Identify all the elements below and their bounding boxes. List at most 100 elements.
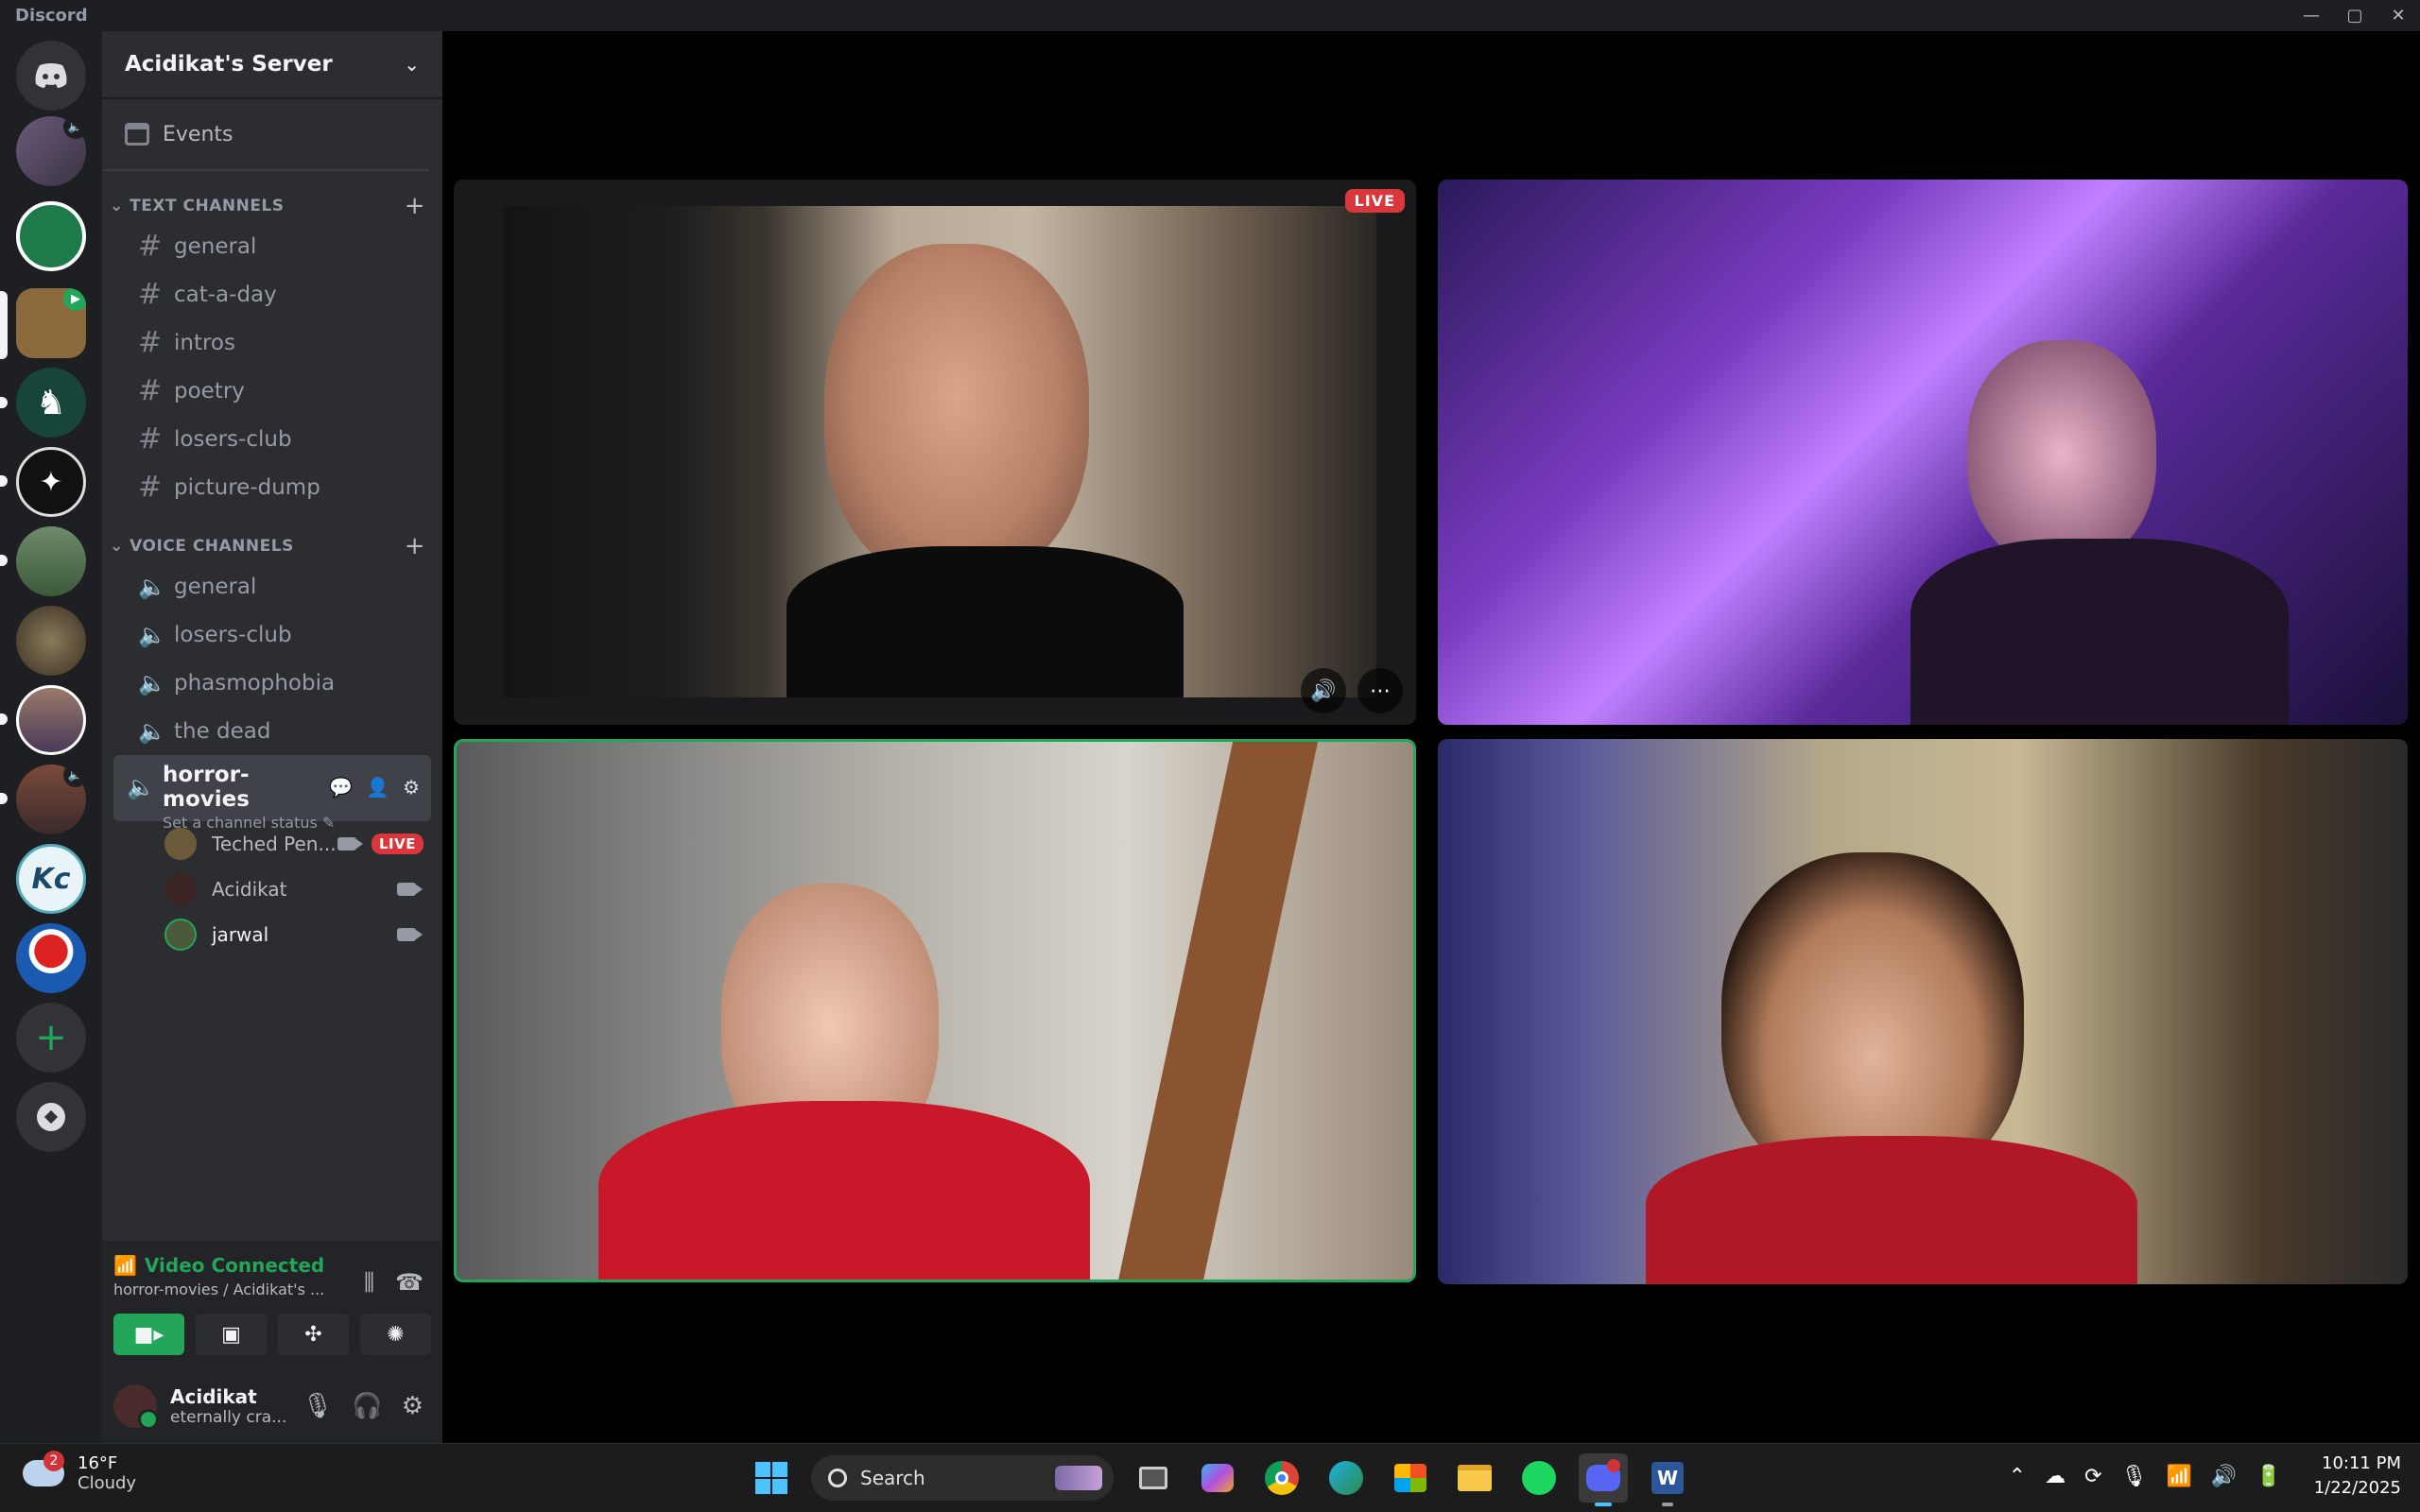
live-badge: LIVE	[372, 833, 424, 854]
server-icon-cartoon[interactable]	[16, 526, 86, 596]
stream-tile[interactable]: LIVE 🔊 ⋯	[454, 180, 1416, 725]
user-name: Teched Pen...	[212, 833, 337, 855]
minimize-icon[interactable]: —	[2290, 0, 2333, 31]
voice-user-acidikat[interactable]: Acidikat	[102, 867, 424, 912]
channel-poetry[interactable]: # poetry	[113, 367, 431, 415]
screen-share-icon: ▣	[221, 1322, 241, 1347]
avatar[interactable]	[113, 1383, 159, 1430]
channel-losers-club[interactable]: # losers-club	[113, 415, 431, 463]
headphones-icon[interactable]: 🎧	[352, 1392, 382, 1420]
search-highlight-icon	[1055, 1466, 1102, 1490]
gear-icon[interactable]: ⚙	[403, 776, 420, 799]
sync-icon[interactable]: ⟳	[2084, 1465, 2101, 1488]
channel-sidebar: Acidikat's Server ⌄ Events ⌄ TEXT CHANNE…	[102, 31, 442, 1443]
voice-channels-category[interactable]: ⌄ VOICE CHANNELS +	[102, 530, 442, 562]
hash-icon: #	[138, 278, 163, 311]
voice-channel-phasmophobia[interactable]: 🔈 phasmophobia	[113, 659, 431, 707]
activities-button[interactable]: ✣	[278, 1314, 349, 1355]
onedrive-icon[interactable]: ☁	[2045, 1465, 2066, 1488]
hash-icon: #	[138, 422, 163, 455]
channel-picture-dump[interactable]: # picture-dump	[113, 463, 431, 511]
running-indicator	[1662, 1503, 1673, 1506]
wifi-icon[interactable]: 📶	[2166, 1465, 2191, 1488]
gear-icon[interactable]: ⚙	[402, 1392, 424, 1420]
events-link[interactable]: Events	[102, 99, 429, 171]
weather-widget[interactable]: 2 16°F Cloudy	[23, 1451, 137, 1493]
video-tile-teched[interactable]	[1438, 739, 2408, 1284]
word-icon[interactable]: W	[1643, 1453, 1692, 1506]
chat-icon[interactable]: 💬	[329, 776, 353, 799]
screen-share-button[interactable]: ▣	[196, 1314, 267, 1355]
server-header[interactable]: Acidikat's Server ⌄	[102, 31, 442, 99]
video-tile-acidikat[interactable]	[1438, 180, 2408, 725]
discord-home-icon[interactable]	[16, 41, 86, 111]
store-icon[interactable]	[1386, 1453, 1435, 1503]
microphone-icon[interactable]: 🎙	[2121, 1465, 2148, 1488]
more-options-icon[interactable]: ⋯	[1357, 668, 1403, 713]
voice-user-jarwal[interactable]: jarwal	[102, 912, 424, 957]
noise-suppression-icon[interactable]: ⫼	[364, 1269, 374, 1296]
hash-icon: #	[138, 230, 163, 263]
add-server-icon[interactable]: +	[16, 1003, 86, 1073]
channel-intros[interactable]: # intros	[113, 318, 431, 367]
add-channel-icon[interactable]: +	[405, 192, 425, 220]
windows-start-icon[interactable]	[747, 1453, 796, 1503]
taskbar-apps: Search W	[747, 1453, 1692, 1506]
camera-icon	[337, 837, 363, 850]
copilot-icon[interactable]	[1193, 1453, 1242, 1503]
speaker-icon: 🔈	[138, 669, 166, 696]
discord-taskbar-icon[interactable]	[1579, 1453, 1628, 1506]
voice-channel-horror-movies[interactable]: 🔈 horror-movies 💬 👤 ⚙ Set a channel stat…	[113, 755, 431, 832]
battery-icon[interactable]: 🔋	[2256, 1465, 2281, 1488]
video-tile-jarwal[interactable]	[454, 739, 1416, 1282]
chevron-up-icon[interactable]: ⌃	[2009, 1465, 2026, 1488]
server-icon-emblem[interactable]: ✦	[16, 447, 86, 517]
invite-icon[interactable]: 👤	[366, 776, 389, 799]
video-camera-icon: ■▸	[133, 1322, 164, 1347]
weather-condition: Cloudy	[78, 1473, 137, 1493]
discover-icon[interactable]	[16, 1082, 86, 1152]
maximize-icon[interactable]: ▢	[2333, 0, 2377, 31]
server-icon-acidikat[interactable]: ▶	[16, 288, 86, 358]
add-channel-icon[interactable]: +	[405, 532, 425, 560]
voice-channel-general[interactable]: 🔈 general	[113, 562, 431, 610]
file-explorer-icon[interactable]	[1450, 1453, 1499, 1503]
volume-icon[interactable]: 🔊	[2211, 1465, 2237, 1488]
microphone-icon[interactable]: 🎙	[302, 1392, 333, 1420]
channel-general[interactable]: # general	[113, 222, 431, 270]
speaker-icon: 🔈	[138, 621, 166, 648]
events-label: Events	[163, 122, 233, 146]
soundboard-button[interactable]: ✺	[360, 1314, 431, 1355]
camera-button[interactable]: ■▸	[113, 1314, 184, 1355]
channel-cat-a-day[interactable]: # cat-a-day	[113, 270, 431, 318]
text-channels-category[interactable]: ⌄ TEXT CHANNELS +	[102, 190, 442, 222]
task-view-icon[interactable]	[1129, 1453, 1178, 1503]
search-label: Search	[860, 1467, 925, 1489]
chrome-icon[interactable]	[1257, 1453, 1306, 1503]
speaker-icon: 🔊	[63, 765, 86, 787]
server-icon-creature[interactable]	[16, 606, 86, 676]
server-icon-pepsi[interactable]	[16, 923, 86, 993]
close-icon[interactable]: ✕	[2377, 0, 2420, 31]
edge-icon[interactable]	[1322, 1453, 1371, 1503]
clock[interactable]: 10:11 PM 1/22/2025	[2301, 1452, 2401, 1501]
stream-video	[503, 206, 1376, 697]
voice-channel-losers-club[interactable]: 🔈 losers-club	[113, 610, 431, 659]
server-icon-kc[interactable]: Kc	[16, 844, 86, 914]
server-icon-2[interactable]	[16, 201, 86, 271]
server-icon-couple[interactable]: 🔊	[16, 765, 86, 834]
volume-icon[interactable]: 🔊	[1301, 668, 1346, 713]
spotify-icon[interactable]	[1514, 1453, 1564, 1503]
unread-indicator	[0, 555, 8, 566]
taskbar-search[interactable]: Search	[811, 1455, 1114, 1501]
server-icon-1[interactable]: 🔊	[16, 116, 86, 186]
taskbar: 2 16°F Cloudy Search W ⌃ ☁ ⟳ 🎙 📶 🔊 🔋 10:…	[0, 1443, 2420, 1512]
live-badge: LIVE	[1344, 189, 1405, 213]
server-icon-person[interactable]	[16, 685, 86, 755]
voice-channel-the-dead[interactable]: 🔈 the dead	[113, 707, 431, 755]
channel-status[interactable]: Set a channel status ✎	[113, 814, 335, 832]
camera-icon	[397, 883, 423, 896]
server-icon-spartan[interactable]: ♞	[16, 368, 86, 438]
disconnect-icon[interactable]: ☎	[395, 1269, 424, 1296]
hash-icon: #	[138, 326, 163, 359]
